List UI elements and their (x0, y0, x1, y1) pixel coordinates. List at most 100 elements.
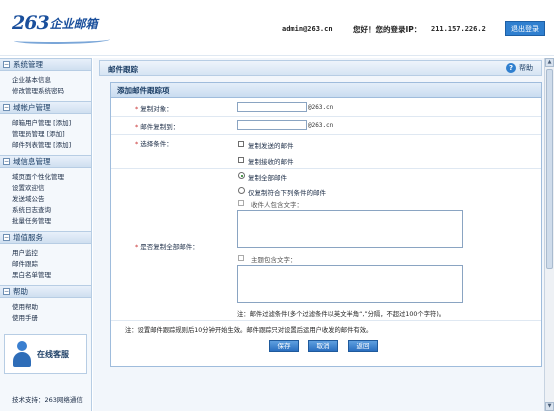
subject-filter-label: 主题包含文字： (251, 256, 297, 264)
sidebar-item-page-customization[interactable]: 域页面个性化管理 (12, 172, 91, 183)
collapse-icon[interactable]: − (3, 234, 10, 241)
help-icon: ? (506, 63, 516, 73)
user-email: admin@263.cn (282, 25, 333, 33)
required-mark: * (135, 105, 139, 113)
sidebar-section-domain: − 域信息管理 域页面个性化管理 设置欢迎信 发送域公告 系统日志查询 批量任务… (0, 155, 91, 231)
sidebar-section-title[interactable]: − 帮助 (0, 285, 91, 298)
sidebar-item-mailbox-users[interactable]: 邮箱用户管理 [添加] (12, 118, 91, 129)
sidebar-section-title[interactable]: − 系统管理 (0, 58, 91, 71)
copy-target-label-wrap: * 复制对象： (135, 103, 253, 113)
collapse-icon[interactable]: − (3, 61, 10, 68)
sidebar-section-title[interactable]: − 域帐户管理 (0, 101, 91, 114)
header: 263 企业邮箱 admin@263.cn 您好！您的登录IP： 211.157… (0, 0, 554, 56)
required-mark: * (135, 243, 139, 251)
sidebar-section-title[interactable]: − 增值服务 (0, 231, 91, 244)
collapse-icon[interactable]: − (3, 288, 10, 295)
copy-received-checkbox[interactable] (238, 157, 244, 163)
recipient-filter-checkbox[interactable] (238, 200, 244, 206)
sidebar-section-label: 域帐户管理 (13, 102, 51, 112)
cancel-button[interactable]: 取消 (308, 340, 338, 352)
sidebar-item-blacklist[interactable]: 黑白名单管理 (12, 270, 91, 281)
logo[interactable]: 263 企业邮箱 (12, 12, 110, 44)
required-mark: * (135, 140, 139, 148)
sidebar-item-mail-lists[interactable]: 邮件列表管理 [添加] (12, 140, 91, 151)
form-row-copy-all: * 是否复制全部邮件： 复制全部邮件 仅复制符合下列条件的邮件 收件人包含文字： … (111, 169, 541, 321)
tech-support-text: 技术支持：263网络通信 (12, 396, 83, 404)
copy-sent-checkbox[interactable] (238, 141, 244, 147)
sidebar-item-mail-tracking[interactable]: 邮件跟踪 (12, 259, 91, 270)
scroll-up-icon[interactable]: ▲ (545, 58, 554, 67)
help-link[interactable]: ? 帮助 (506, 63, 533, 73)
welcome-text: 您好！您的登录IP： (353, 25, 422, 34)
sidebar-section-value-added: − 增值服务 用户监控 邮件跟踪 黑白名单管理 (0, 231, 91, 285)
copy-all-radio[interactable] (238, 172, 245, 179)
condition-label: 选择条件： (140, 140, 173, 148)
form-row-copy-target: * 复制对象： @263.cn (111, 99, 541, 117)
scroll-down-icon[interactable]: ▼ (545, 402, 554, 411)
copy-target-domain: @263.cn (308, 104, 334, 111)
customer-service-label: 在线客服 (37, 350, 69, 359)
copy-matching-option-label: 仅复制符合下列条件的邮件 (248, 189, 326, 197)
sidebar-item-manual[interactable]: 使用手册 (12, 313, 91, 324)
sidebar-section-system: − 系统管理 企业基本信息 修改管理系统密码 (0, 58, 91, 101)
copy-target-label: 复制对象： (140, 105, 173, 113)
copy-to-label: 邮件复制到： (140, 123, 180, 131)
sidebar-item-admins[interactable]: 管理员管理 [添加] (12, 129, 91, 140)
filter-note: 注：邮件过滤条件(多个过滤条件以英文半角“,”分隔，不超过100个字符)。 (237, 311, 446, 318)
login-ip: 211.157.226.2 (431, 25, 486, 33)
copy-to-input[interactable] (237, 120, 307, 130)
form-row-condition: * 选择条件： 复制发送的邮件 复制接收的邮件 (111, 135, 541, 169)
subject-filter-textarea[interactable] (237, 265, 463, 303)
copy-to-label-wrap: * 邮件复制到： (135, 121, 253, 131)
back-button[interactable]: 返回 (348, 340, 378, 352)
sidebar: − 系统管理 企业基本信息 修改管理系统密码 − 域帐户管理 邮箱用户管理 [添… (0, 58, 92, 411)
copy-all-label-wrap: * 是否复制全部邮件： (135, 241, 253, 251)
save-button[interactable]: 保存 (269, 340, 299, 352)
help-label: 帮助 (519, 64, 533, 72)
sidebar-section-label: 系统管理 (13, 59, 43, 69)
logo-swoosh (14, 36, 110, 44)
main-content: 邮件跟踪 ? 帮助 添加邮件跟踪项 * 复制对象： @263.cn * 邮件复制到：… (93, 58, 544, 411)
page-title-bar: 邮件跟踪 ? 帮助 (99, 60, 542, 76)
panel-title: 添加邮件跟踪项 (111, 83, 541, 98)
sidebar-item-company-info[interactable]: 企业基本信息 (12, 75, 91, 86)
copy-all-label: 是否复制全部邮件： (140, 243, 199, 251)
recipient-filter-textarea[interactable] (237, 210, 463, 248)
required-mark: * (135, 123, 139, 131)
sidebar-item-domain-announcement[interactable]: 发送域公告 (12, 194, 91, 205)
condition-label-wrap: * 选择条件： (135, 138, 253, 148)
sidebar-section-label: 域信息管理 (13, 156, 51, 166)
copy-to-domain: @263.cn (308, 122, 334, 129)
copy-all-option-label: 复制全部邮件 (248, 174, 287, 182)
logo-number: 263 (12, 12, 50, 34)
sidebar-item-user-monitor[interactable]: 用户监控 (12, 248, 91, 259)
copy-target-input[interactable] (237, 102, 307, 112)
copy-received-label: 复制接收的邮件 (248, 158, 294, 166)
sidebar-item-change-password[interactable]: 修改管理系统密码 (12, 86, 91, 97)
sidebar-section-help: − 帮助 使用帮助 使用手册 (0, 285, 91, 328)
customer-service-button[interactable]: 在线客服 (4, 334, 87, 374)
tracking-form-panel: 添加邮件跟踪项 * 复制对象： @263.cn * 邮件复制到： @263.cn *… (110, 82, 542, 367)
vertical-scrollbar[interactable]: ▲ ▼ (544, 58, 554, 411)
collapse-icon[interactable]: − (3, 158, 10, 165)
sidebar-item-welcome-letter[interactable]: 设置欢迎信 (12, 183, 91, 194)
person-icon (13, 341, 31, 367)
collapse-icon[interactable]: − (3, 104, 10, 111)
form-row-copy-to: * 邮件复制到： @263.cn (111, 117, 541, 135)
page-title: 邮件跟踪 (108, 65, 138, 74)
subject-filter-checkbox[interactable] (238, 255, 244, 261)
copy-matching-radio[interactable] (238, 187, 245, 194)
logout-button[interactable]: 退出登录 (505, 21, 545, 36)
logo-text: 企业邮箱 (49, 16, 98, 31)
sidebar-section-title[interactable]: − 域信息管理 (0, 155, 91, 168)
sidebar-section-label: 帮助 (13, 286, 28, 296)
scroll-thumb[interactable] (546, 69, 553, 269)
sidebar-section-label: 增值服务 (13, 232, 43, 242)
sidebar-section-accounts: − 域帐户管理 邮箱用户管理 [添加] 管理员管理 [添加] 邮件列表管理 [添… (0, 101, 91, 155)
copy-sent-label: 复制发送的邮件 (248, 142, 294, 150)
sidebar-item-system-log[interactable]: 系统日志查询 (12, 205, 91, 216)
sidebar-item-batch-tasks[interactable]: 批量任务管理 (12, 216, 91, 227)
sidebar-item-usage-help[interactable]: 使用帮助 (12, 302, 91, 313)
effective-note: 注：设置邮件跟踪规则后10分钟开始生效。邮件跟踪只对设置后运用户收发的邮件有效。 (125, 327, 373, 334)
recipient-filter-label: 收件人包含文字： (251, 201, 303, 209)
